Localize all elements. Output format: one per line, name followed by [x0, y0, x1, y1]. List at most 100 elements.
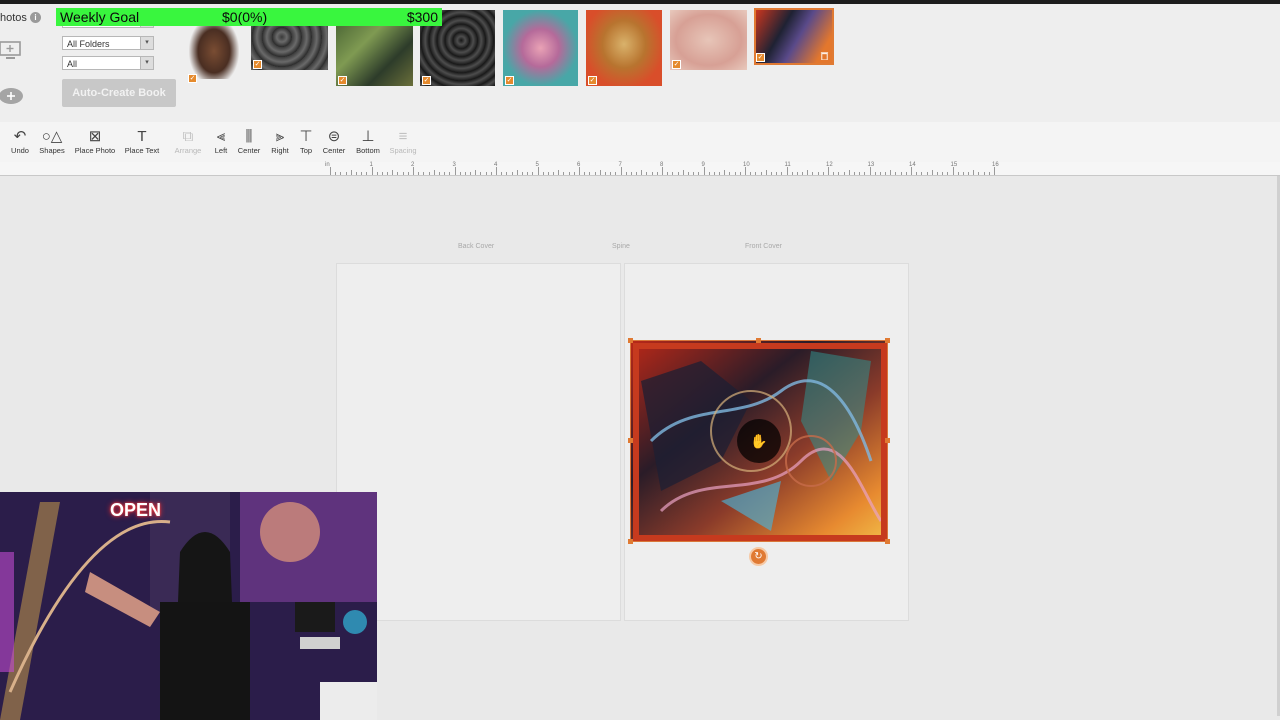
align-bottom-button[interactable]: ⊥ Bottom: [354, 128, 382, 155]
ruler-tick: [905, 172, 907, 175]
align-top-button[interactable]: ⊤ Top: [296, 128, 316, 155]
ruler-tick: [579, 167, 580, 175]
place-photo-label: Place Photo: [74, 146, 116, 155]
goal-target: $300: [406, 9, 438, 25]
ruler-tick: [547, 172, 549, 175]
checkbox-checked-icon[interactable]: ✓: [188, 74, 197, 83]
ruler-number: 14: [909, 162, 916, 168]
checkbox-checked-icon[interactable]: ✓: [253, 60, 262, 69]
resize-handle-br[interactable]: [885, 539, 890, 544]
ruler-number: 11: [784, 162, 791, 168]
checkbox-checked-icon[interactable]: ✓: [338, 76, 347, 85]
ruler-tick: [392, 170, 394, 175]
ruler-tick: [724, 170, 726, 175]
ruler-tick: [931, 170, 933, 175]
ruler-tick: [573, 172, 575, 175]
ruler-tick: [786, 167, 788, 175]
ruler-tick: [594, 172, 596, 175]
ruler-tick: [739, 172, 741, 175]
align-center-button[interactable]: ⫼ Center: [236, 128, 262, 155]
ruler-tick: [822, 172, 824, 175]
ruler-tick: [350, 170, 352, 175]
ruler-tick: [330, 167, 331, 175]
align-middle-button[interactable]: ⊜ Center: [321, 128, 347, 155]
ruler-tick: [843, 172, 845, 175]
ruler-tick: [734, 172, 736, 175]
ruler-tick: [449, 172, 451, 175]
ruler-tick: [755, 172, 757, 175]
ruler-number: 8: [660, 162, 664, 168]
checkbox-checked-icon[interactable]: ✓: [505, 76, 514, 85]
image-icon: ⊠: [88, 128, 102, 145]
ruler-tick: [968, 172, 970, 175]
ruler-tick: [983, 172, 985, 175]
checkbox-checked-icon[interactable]: ✓: [422, 76, 431, 85]
webcam-overlay: OPEN: [0, 492, 377, 720]
resize-handle-tl[interactable]: [628, 338, 633, 343]
align-right-button[interactable]: ⫸ Right: [269, 128, 291, 155]
resize-handle-top[interactable]: [756, 338, 761, 343]
ruler-tick: [921, 172, 923, 175]
ruler-tick: [542, 172, 544, 175]
spacing-icon: ≡: [398, 128, 408, 145]
ruler-tick: [604, 172, 606, 175]
info-icon[interactable]: i: [30, 12, 41, 23]
goal-current: $0(0%): [222, 9, 268, 25]
resize-handle-tr[interactable]: [885, 338, 890, 343]
resize-handle-bl[interactable]: [628, 539, 633, 544]
arrange-button[interactable]: ⧉ Arrange: [173, 128, 203, 155]
place-text-button[interactable]: T Place Text: [123, 128, 161, 155]
ruler-number: 2: [411, 162, 415, 168]
shapes-button[interactable]: ○△ Shapes: [38, 128, 66, 155]
place-text-label: Place Text: [124, 146, 160, 155]
ruler-tick: [366, 172, 368, 175]
ruler-tick: [584, 172, 586, 175]
cloud-add-icon[interactable]: [0, 84, 24, 106]
ruler-number: 7: [618, 162, 622, 168]
ruler-number: 13: [867, 162, 875, 168]
thumb-owl-painting[interactable]: [189, 17, 239, 79]
ruler-tick: [387, 172, 389, 175]
checkbox-checked-icon[interactable]: ✓: [672, 60, 681, 69]
rotate-icon[interactable]: ↻: [749, 547, 768, 566]
checkbox-checked-icon[interactable]: ✓: [756, 53, 765, 62]
ruler-tick: [490, 172, 492, 175]
align-top-label: Top: [299, 146, 313, 155]
ruler-tick: [765, 170, 767, 175]
trash-icon[interactable]: [820, 51, 829, 60]
ruler-tick: [802, 172, 804, 175]
thumb-golden-face[interactable]: [586, 10, 662, 86]
thumb-colorful-face[interactable]: [503, 10, 578, 86]
folder-select[interactable]: All Folders ▾: [62, 36, 154, 50]
ruler-tick: [994, 167, 995, 175]
checkbox-checked-icon[interactable]: ✓: [588, 76, 597, 85]
filter-select[interactable]: All ▾: [62, 56, 154, 70]
ruler-tick: [900, 172, 902, 175]
ruler-tick: [936, 172, 938, 175]
undo-label: Undo: [11, 146, 29, 155]
ruler-tick: [537, 167, 539, 175]
spacing-button[interactable]: ≡ Spacing: [388, 128, 418, 155]
resize-handle-left[interactable]: [628, 438, 633, 443]
place-photo-button[interactable]: ⊠ Place Photo: [74, 128, 116, 155]
auto-create-book-button[interactable]: Auto-Create Book: [62, 79, 176, 107]
ruler-tick: [879, 172, 881, 175]
ruler-tick: [646, 172, 648, 175]
move-hand-icon[interactable]: ✋: [737, 419, 781, 463]
ruler-number: 9: [701, 162, 705, 168]
back-cover-page[interactable]: [336, 263, 621, 621]
ruler-tick: [672, 172, 674, 175]
ruler-tick: [750, 172, 752, 175]
undo-button[interactable]: ↶ Undo: [9, 128, 31, 155]
thumb-pink-sketch[interactable]: [670, 10, 747, 70]
ruler-tick: [703, 167, 705, 175]
ruler-tick: [376, 172, 378, 175]
resize-handle-right[interactable]: [885, 438, 890, 443]
ruler-number: 12: [826, 162, 833, 168]
computer-icon[interactable]: [0, 40, 24, 62]
align-left-button[interactable]: ⫷ Left: [210, 128, 232, 155]
ruler-tick: [796, 172, 798, 175]
ruler-tick: [978, 172, 980, 175]
ruler-tick: [776, 172, 778, 175]
ruler-tick: [407, 172, 409, 175]
